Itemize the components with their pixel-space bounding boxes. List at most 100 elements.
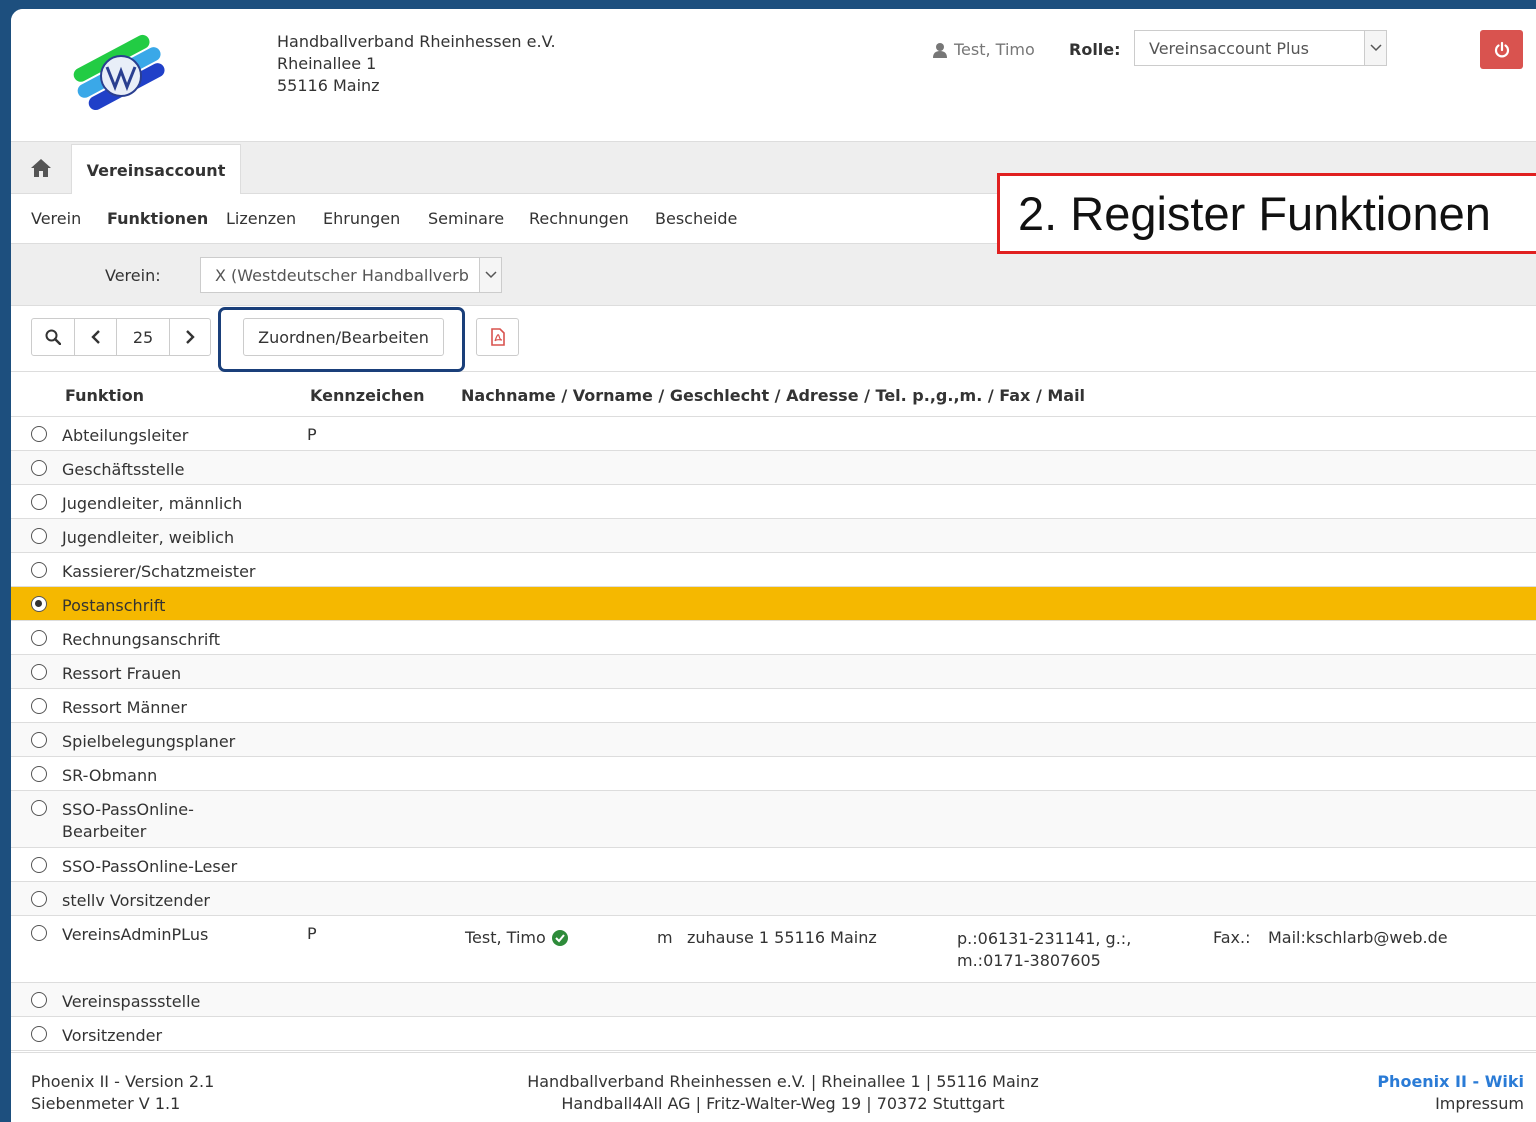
row-radio[interactable] [31,800,47,816]
search-button[interactable] [31,318,75,356]
kennzeichen-cell: P [307,924,317,943]
row-radio-checked[interactable] [31,596,47,612]
functions-table: Funktion Kennzeichen Nachname / Vorname … [11,372,1536,1051]
verein-label: Verein: [105,266,161,285]
row-radio[interactable] [31,494,47,510]
table-row[interactable]: stellv Vorsitzender [11,882,1536,916]
table-row[interactable]: Ressort Männer [11,689,1536,723]
user-icon [933,42,947,58]
row-radio[interactable] [31,426,47,442]
footer: Phoenix II - Version 2.1 Siebenmeter V 1… [11,1052,1536,1122]
row-radio[interactable] [31,1026,47,1042]
table-row[interactable]: Abteilungsleiter P [11,417,1536,451]
table-row-selected[interactable]: Postanschrift [11,587,1536,621]
table-row[interactable]: Spielbelegungsplaner [11,723,1536,757]
column-header-funktion[interactable]: Funktion [65,386,144,405]
row-radio[interactable] [31,630,47,646]
logo [73,34,165,111]
row-radio[interactable] [31,992,47,1008]
funktion-cell: SSO-PassOnline-Bearbeiter [62,800,194,841]
user-info[interactable]: Test, Timo [932,40,1035,59]
mail-cell[interactable]: Mail:kschlarb@web.de [1268,928,1448,947]
funktion-cell: Ressort Frauen [62,664,182,683]
subnav-seminare[interactable]: Seminare [428,209,504,228]
table-row[interactable]: SR-Obmann [11,757,1536,791]
funktion-cell: Jugendleiter, weiblich [62,528,235,547]
row-radio[interactable] [31,562,47,578]
person-cell[interactable]: Test, Timo [465,928,568,947]
subnav-rechnungen[interactable]: Rechnungen [529,209,629,228]
assign-edit-button[interactable]: Zuordnen/Bearbeiten [243,318,444,356]
table-row[interactable]: VereinsAdminPLus P Test, Timo m zuhause … [11,916,1536,983]
row-radio[interactable] [31,460,47,476]
role-label: Rolle: [1069,40,1121,59]
funktion-cell: Kassierer/Schatzmeister [62,562,256,581]
row-radio[interactable] [31,891,47,907]
row-radio[interactable] [31,664,47,680]
row-radio[interactable] [31,766,47,782]
row-radio[interactable] [31,857,47,873]
table-row[interactable]: Vereinspassstelle [11,983,1536,1017]
fax-cell: Fax.: [1213,928,1251,947]
role-value: Vereinsaccount Plus [1149,39,1309,58]
funktion-cell: Jugendleiter, männlich [62,494,243,513]
home-tab[interactable] [11,142,71,194]
funktion-cell: Ressort Männer [62,698,187,717]
table-row[interactable]: Jugendleiter, männlich [11,485,1536,519]
table-row[interactable]: Vorsitzender [11,1017,1536,1051]
org-address: Handballverband Rheinhessen e.V. Rheinal… [277,31,556,97]
table-row[interactable]: Geschäftsstelle [11,451,1536,485]
footer-links: Phoenix II - Wiki Impressum [1377,1071,1524,1115]
pdf-export-button[interactable] [476,318,519,356]
subnav-lizenzen[interactable]: Lizenzen [226,209,296,228]
annotation-label: 2. Register Funktionen [997,173,1536,254]
chevron-left-icon [90,330,100,344]
table-row[interactable]: SSO-PassOnline-Leser [11,848,1536,882]
verein-select[interactable]: X (Westdeutscher Handballverb [200,257,502,293]
next-page-button[interactable] [169,318,211,356]
funktion-cell: Spielbelegungsplaner [62,732,236,751]
user-name: Test, Timo [954,40,1035,59]
footer-org-line: Handballverband Rheinhessen e.V. | Rhein… [527,1072,1039,1091]
kennzeichen-cell: P [307,425,317,444]
pdf-icon [490,328,505,346]
table-header: Funktion Kennzeichen Nachname / Vorname … [11,372,1536,417]
phone-cell: p.:06131-231141, g.:, m.:0171-3807605 [957,929,1132,970]
funktion-cell: VereinsAdminPLus [62,925,209,944]
row-radio[interactable] [31,698,47,714]
funktion-cell: Geschäftsstelle [62,460,185,479]
row-radio[interactable] [31,925,47,941]
subnav-ehrungen[interactable]: Ehrungen [323,209,400,228]
column-header-kennzeichen[interactable]: Kennzeichen [310,386,425,405]
chevron-down-icon [479,258,501,292]
previous-page-button[interactable] [74,318,117,356]
person-name: Test, Timo [465,928,546,947]
table-row[interactable]: Rechnungsanschrift [11,621,1536,655]
row-radio[interactable] [31,732,47,748]
header: Handballverband Rheinhessen e.V. Rheinal… [11,9,1536,142]
wiki-link[interactable]: Phoenix II - Wiki [1377,1071,1524,1093]
footer-address: Handballverband Rheinhessen e.V. | Rhein… [11,1071,1056,1115]
funktion-cell: SSO-PassOnline-Leser [62,857,238,876]
role-select[interactable]: Vereinsaccount Plus [1134,30,1387,66]
table-row[interactable]: Jugendleiter, weiblich [11,519,1536,553]
page-size[interactable]: 25 [116,318,170,356]
tab-vereinsaccount[interactable]: Vereinsaccount [71,144,241,195]
chevron-down-icon [1364,31,1386,65]
subnav-funktionen[interactable]: Funktionen [107,209,208,228]
subnav-verein[interactable]: Verein [31,209,81,228]
logout-button[interactable] [1480,30,1523,69]
table-row[interactable]: Ressort Frauen [11,655,1536,689]
table-row[interactable]: Kassierer/Schatzmeister [11,553,1536,587]
org-street: Rheinallee 1 [277,54,377,73]
subnav-bescheide[interactable]: Bescheide [655,209,737,228]
table-row[interactable]: SSO-PassOnline-Bearbeiter [11,791,1536,848]
row-radio[interactable] [31,528,47,544]
funktion-cell: Abteilungsleiter [62,426,189,445]
impressum-link[interactable]: Impressum [1377,1093,1524,1115]
home-icon [31,159,51,177]
column-header-person[interactable]: Nachname / Vorname / Geschlecht / Adress… [461,386,1085,405]
org-city: 55116 Mainz [277,76,380,95]
app-window: Handballverband Rheinhessen e.V. Rheinal… [11,9,1536,1122]
power-icon [1494,41,1509,57]
